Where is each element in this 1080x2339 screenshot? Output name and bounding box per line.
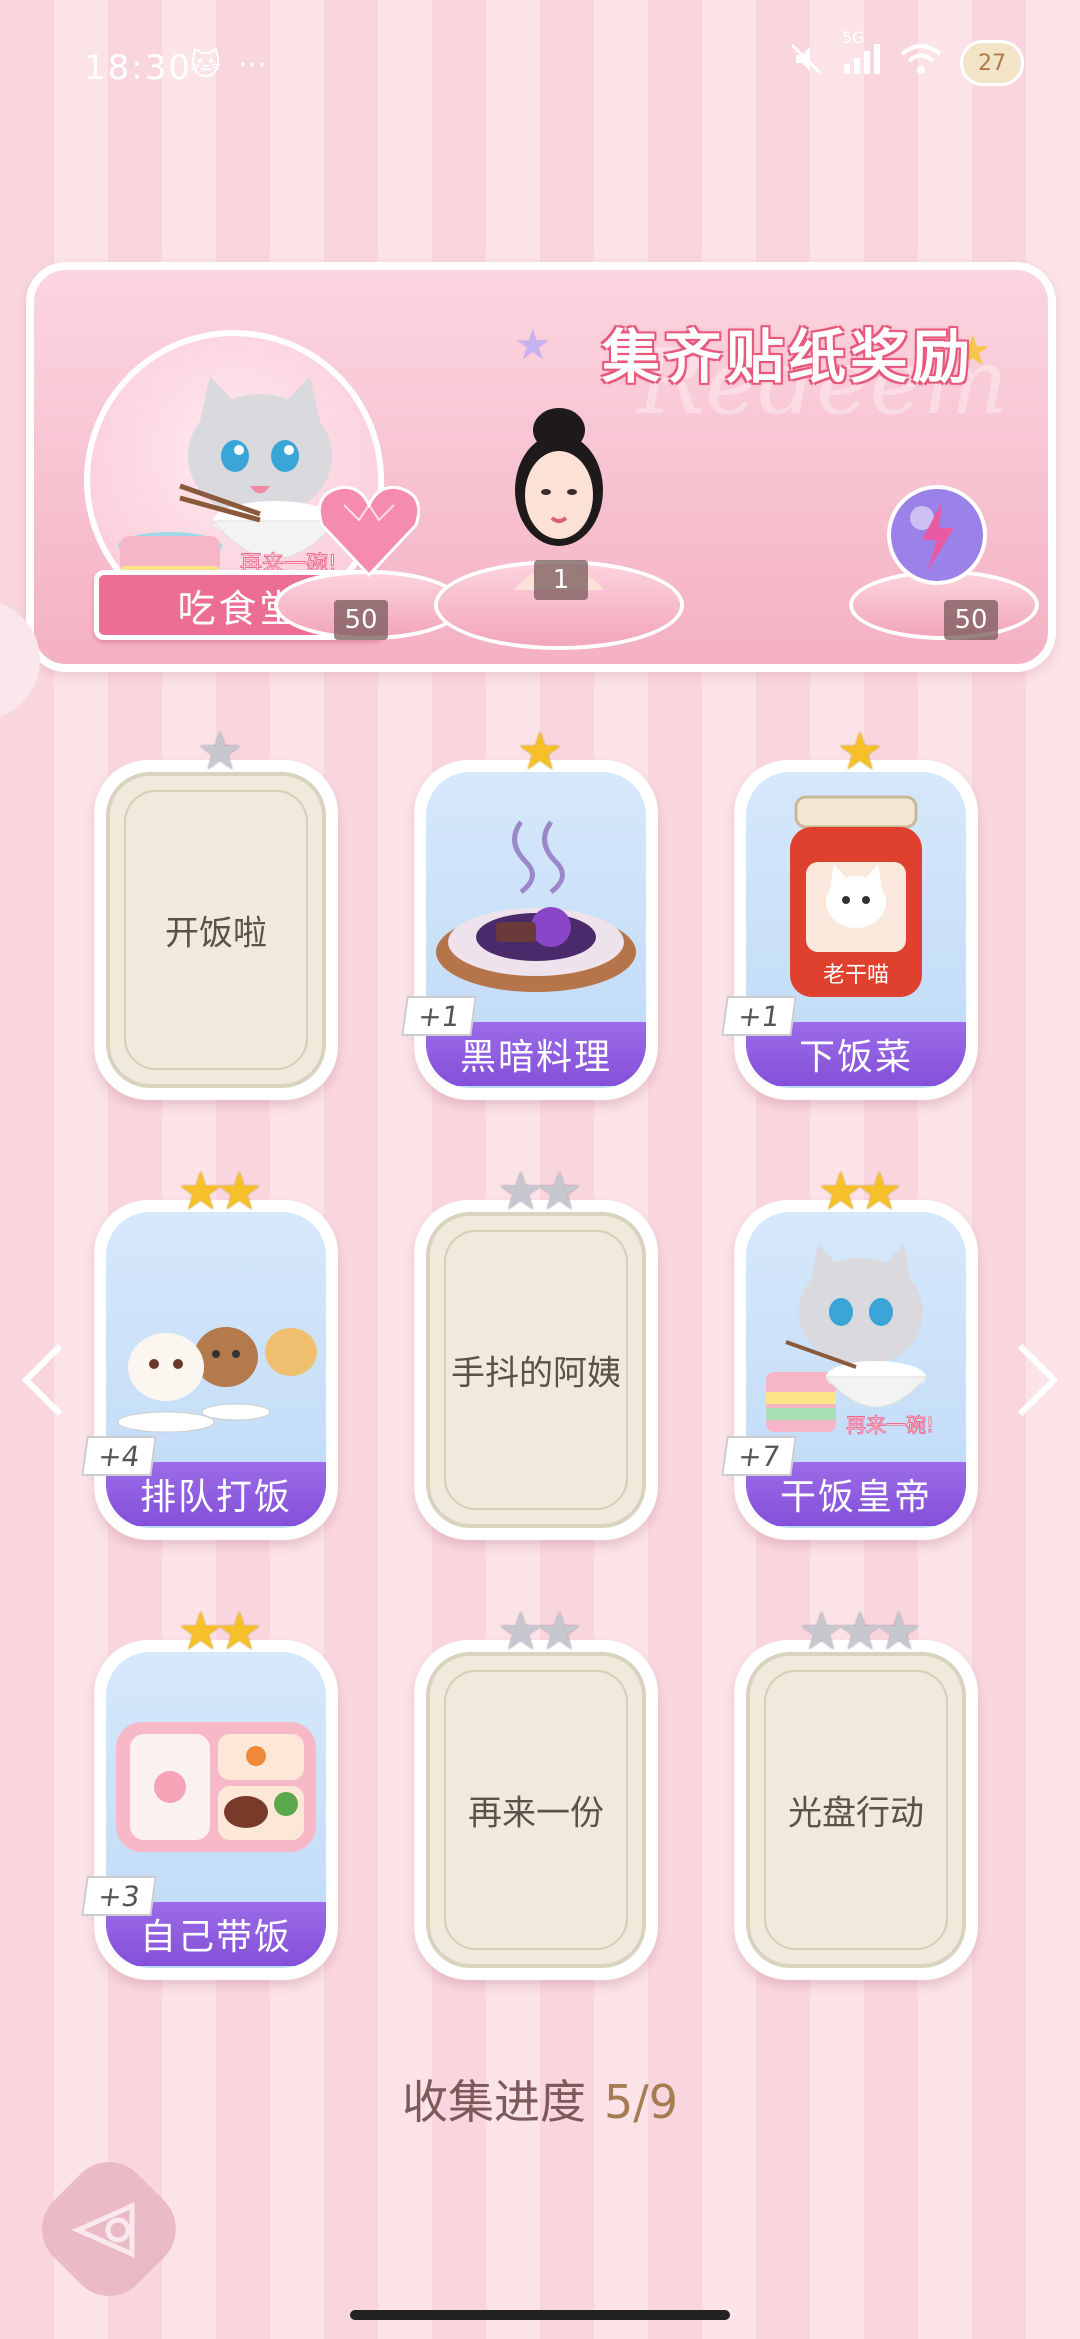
collection-progress: 收集进度 5/9 [0, 2066, 1080, 2132]
reward-count: 50 [334, 600, 388, 640]
banner-title: 集齐贴纸奖励 [602, 323, 975, 391]
card-title: 黑暗料理 [459, 1037, 612, 1078]
queue-cats-art [117, 1327, 317, 1433]
card-face: 再来一碗! 干饭皇帝 [746, 1212, 966, 1528]
card-face: 排队打饭 [106, 1212, 326, 1528]
card-count-badge: +1 [721, 996, 797, 1036]
sticker-card[interactable]: ★ 老干喵 下饭菜 +1 [721, 722, 978, 1100]
more-icon: ··· [238, 48, 267, 83]
reward-count: 50 [944, 600, 998, 640]
chevron-right-icon [1017, 1343, 1059, 1417]
chevron-left-icon [21, 1343, 63, 1417]
heart-gem-icon [314, 480, 424, 584]
cat-icon: 🐱 [190, 48, 222, 83]
card-face: 再来一份 [426, 1652, 646, 1968]
card-count-badge: +4 [81, 1436, 157, 1476]
card-title: 手抖的阿姨 [451, 1353, 621, 1394]
card-count-badge: +3 [81, 1876, 157, 1916]
card-title: 干饭皇帝 [779, 1477, 932, 1518]
progress-value: 5/9 [603, 2075, 679, 2129]
sticker-card[interactable]: ★★ 自己带饭 +3 [81, 1602, 338, 1980]
card-count-badge: +7 [721, 1436, 797, 1476]
wifi-icon [900, 42, 942, 84]
status-icons: 5G 27 [788, 28, 1024, 86]
network-type: 5G [842, 28, 865, 47]
card-title: 下饭菜 [798, 1037, 913, 1078]
card-count-badge: +1 [401, 996, 477, 1036]
status-time: 18:30 [84, 48, 192, 88]
sticker-card[interactable]: ★ 黑暗料理 +1 [401, 722, 658, 1100]
next-page-button[interactable] [1012, 1340, 1062, 1439]
card-face: 黑暗料理 [426, 772, 646, 1088]
card-title: 光盘行动 [788, 1793, 924, 1834]
status-bar: 18:30 🐱 ··· 5G 27 [0, 0, 1080, 140]
dark-food-art [436, 820, 636, 992]
sauce-jar-art: 老干喵 [790, 795, 922, 997]
card-face: 老干喵 下饭菜 [746, 772, 966, 1088]
reward-banner: Redeem ★ ★ 集齐贴纸奖励 再来一碗! 吃食堂 50 1 50 [26, 262, 1056, 672]
card-title: 开饭啦 [165, 913, 267, 954]
reward-count: 1 [534, 560, 588, 600]
signal-icon: 5G [842, 28, 882, 84]
jar-label: 老干喵 [823, 963, 889, 988]
purple-star-icon: ★ [514, 320, 552, 369]
sticker-card[interactable]: ★★ 再来一份 [414, 1602, 658, 1980]
bento-box-art [116, 1722, 316, 1852]
card-face: 自己带饭 [106, 1652, 326, 1968]
energy-orb-icon [882, 480, 992, 594]
card-face: 手抖的阿姨 [426, 1212, 646, 1528]
sticker-card[interactable]: ★ 开饭啦 [94, 722, 338, 1100]
sticker-card[interactable]: ★★ 再来一碗! 干饭皇帝 +7 [721, 1162, 978, 1540]
card-title: 自己带饭 [139, 1917, 292, 1958]
sticker-card[interactable]: ★★ 手抖的阿姨 [414, 1162, 658, 1540]
eating-cat-art: 再来一碗! [766, 1244, 935, 1438]
progress-label: 收集进度 [401, 2075, 586, 2129]
back-icon [71, 2190, 152, 2287]
card-title: 再来一份 [468, 1793, 604, 1834]
sticker-card[interactable]: ★★ 排队打饭 +4 [81, 1162, 338, 1540]
card-face: 光盘行动 [746, 1652, 966, 1968]
cat-caption: 再来一碗! [846, 1413, 934, 1437]
mute-icon [788, 41, 824, 85]
card-title: 排队打饭 [139, 1477, 292, 1518]
sticker-card[interactable]: ★★★ 光盘行动 [734, 1602, 978, 1980]
battery-badge: 27 [960, 40, 1024, 86]
home-indicator[interactable] [350, 2310, 730, 2320]
prev-page-button[interactable] [18, 1340, 68, 1439]
card-face: 开饭啦 [106, 772, 326, 1088]
